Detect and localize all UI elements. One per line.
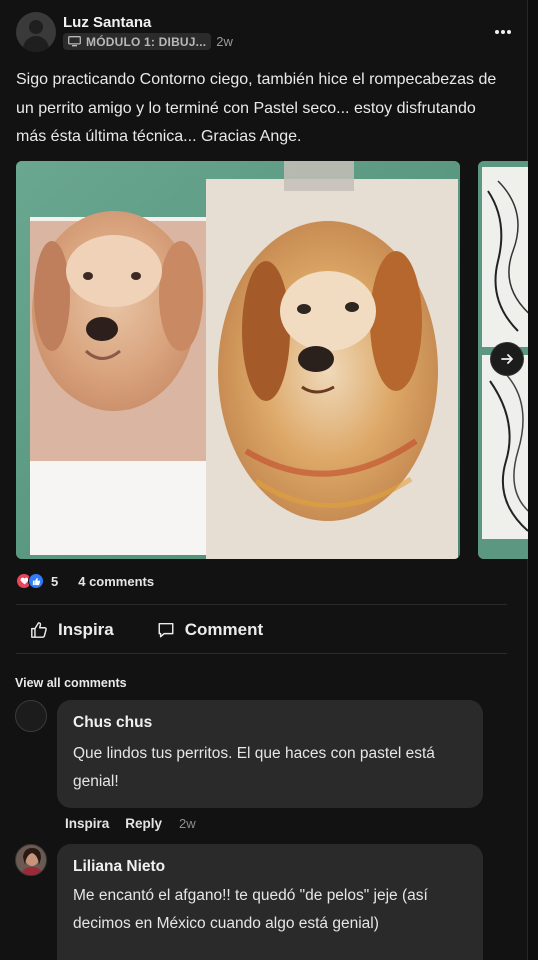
post-actions: Inspira Comment	[16, 606, 507, 653]
monitor-icon	[68, 36, 81, 47]
comment-text: Me encantó el afgano!! te quedó "de pelo…	[73, 887, 428, 932]
divider	[16, 604, 507, 605]
reaction-icons[interactable]	[16, 572, 46, 590]
carousel-next-button[interactable]	[491, 343, 523, 375]
image-carousel	[16, 161, 528, 559]
view-all-comments-link[interactable]: View all comments	[15, 676, 127, 690]
more-options-button[interactable]	[491, 20, 515, 44]
comment-icon	[158, 622, 174, 637]
module-chip-label: MÓDULO 1: DIBUJ...	[86, 34, 207, 49]
post-header: Luz Santana MÓDULO 1: DIBUJ... 2w	[16, 12, 515, 54]
post-image-1[interactable]	[16, 161, 460, 559]
user-photo	[16, 845, 46, 875]
comment-text: Que lindos tus perritos. El que haces co…	[73, 745, 435, 790]
comment-avatar[interactable]	[15, 844, 47, 876]
more-dots-icon	[495, 30, 511, 34]
post-time: 2w	[216, 34, 233, 49]
author-avatar[interactable]	[16, 12, 56, 52]
comments-count[interactable]: 4 comments	[78, 574, 154, 589]
comment-bubble: Liliana Nieto Me encantó el afgano!! te …	[57, 844, 483, 960]
comment-button[interactable]: Comment	[157, 620, 263, 640]
thumbs-up-outline-icon	[31, 621, 47, 638]
comment-avatar[interactable]	[15, 700, 47, 732]
divider	[16, 653, 507, 654]
drawing-photo	[16, 161, 460, 559]
arrow-right-icon	[501, 354, 513, 364]
author-name[interactable]: Luz Santana	[63, 14, 151, 31]
inspira-label: Inspira	[58, 619, 114, 639]
comment-reply-button[interactable]: Reply	[125, 816, 162, 831]
comment-actions: Inspira Reply 2w	[65, 816, 196, 831]
post-body: Sigo practicando Contorno ciego, también…	[16, 71, 497, 145]
post-meta: MÓDULO 1: DIBUJ... 2w	[63, 33, 233, 50]
post-card: Luz Santana MÓDULO 1: DIBUJ... 2w Sigo p…	[0, 0, 528, 960]
comment-label: Comment	[184, 619, 264, 639]
thumbs-up-icon	[28, 573, 44, 589]
comment-author[interactable]: Liliana Nieto	[73, 858, 467, 876]
comment-inspira-button[interactable]: Inspira	[65, 816, 109, 831]
post-stats: 5 4 comments	[16, 571, 154, 591]
module-chip[interactable]: MÓDULO 1: DIBUJ...	[63, 33, 212, 50]
comment-author[interactable]: Chus chus	[73, 714, 467, 732]
reaction-count[interactable]: 5	[51, 574, 58, 589]
inspira-button[interactable]: Inspira	[30, 620, 114, 640]
comment-bubble: Chus chus Que lindos tus perritos. El qu…	[57, 700, 483, 808]
comment-time: 2w	[179, 816, 196, 831]
